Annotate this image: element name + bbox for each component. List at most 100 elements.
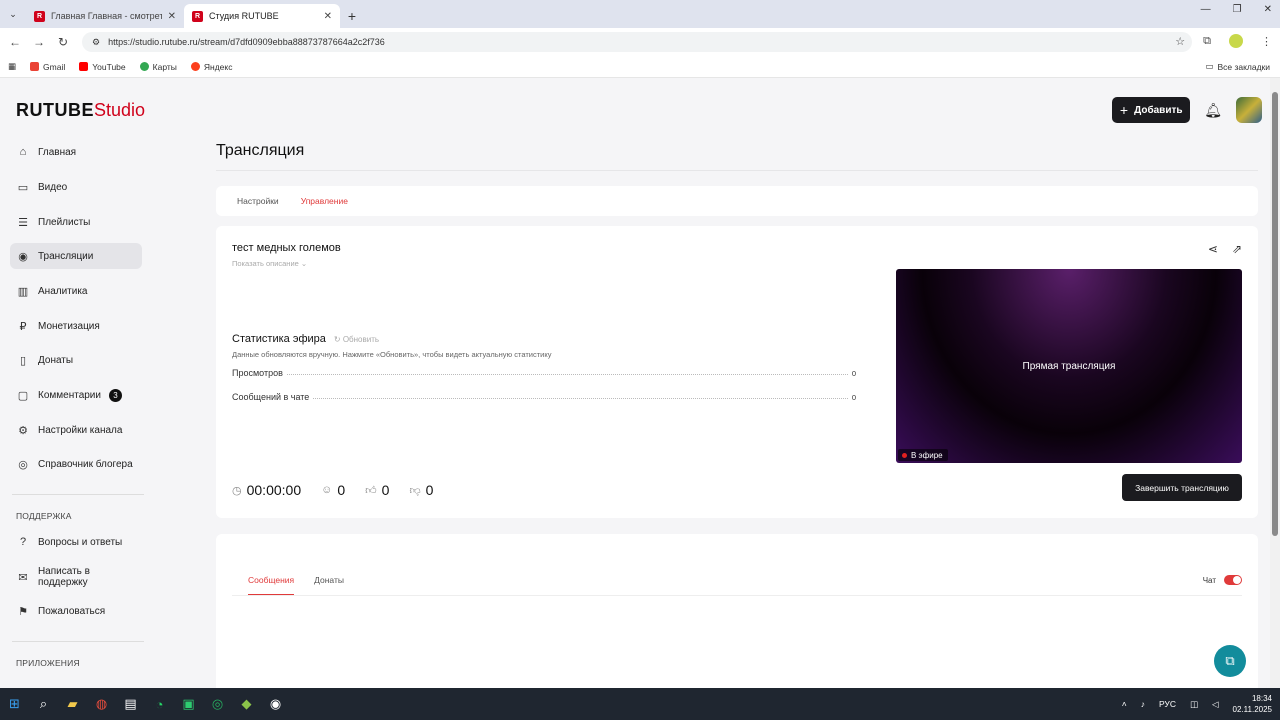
chat-divider <box>232 595 1242 596</box>
studio-app: RUTUBEStudio ⌂ Главная ▭ Видео ☰ Плейлисты … <box>0 78 1270 688</box>
help-chat-button[interactable]: ⧉ <box>1214 645 1246 677</box>
add-button[interactable]: + Добавить <box>1112 97 1191 123</box>
question-icon: ? <box>19 536 27 548</box>
live-counters: ◷ 00:00:00 ☺ 0 👍︎ 0 👎︎ 0 <box>232 482 453 498</box>
sidebar-item-comments[interactable]: ▢ Комментарии 3 <box>10 382 142 408</box>
tab-donates[interactable]: Донаты <box>314 575 344 595</box>
show-description-link[interactable]: Показать описание ⌄ <box>232 259 307 268</box>
language-indicator[interactable]: РУС <box>1159 699 1176 709</box>
tray-chevron-icon[interactable]: ˄ <box>1122 699 1127 709</box>
youtube-icon <box>79 62 89 71</box>
all-bookmarks[interactable]: ▭ Все закладки <box>1205 61 1270 72</box>
sidebar-item-donates[interactable]: ▯ Донаты <box>10 347 142 373</box>
browser-tab-main[interactable]: R Главная Главная - смотреть о ✕ <box>26 4 184 28</box>
timer-counter: ◷ 00:00:00 <box>232 482 302 498</box>
notepad-icon[interactable]: ▤ <box>116 688 145 720</box>
help-book-icon: ◎ <box>18 458 28 471</box>
close-tab-icon[interactable]: ✕ <box>324 11 332 22</box>
preview-label: Прямая трансляция <box>1022 361 1116 372</box>
close-window-icon[interactable]: ✕ <box>1264 4 1272 15</box>
reload-icon[interactable]: ↻ <box>51 35 75 49</box>
clock[interactable]: 18:34 02.11.2025 <box>1233 693 1272 715</box>
chrome-icon[interactable]: ◍ <box>87 688 116 720</box>
forward-icon[interactable]: → <box>27 35 51 49</box>
page-scrollbar[interactable] <box>1270 78 1280 688</box>
thumbs-up-icon: 👍︎ <box>365 484 377 497</box>
profile-icon[interactable] <box>1229 34 1243 48</box>
app-icon[interactable]: ◎ <box>203 688 232 720</box>
sidebar-item-video[interactable]: ▭ Видео <box>10 174 142 200</box>
browser-tab-studio[interactable]: R Студия RUTUBE ✕ <box>184 4 340 28</box>
bookmark-star-icon[interactable]: ☆ <box>1175 35 1185 48</box>
apps-grid-icon[interactable]: ▦ <box>8 61 16 72</box>
bookmark-maps[interactable]: Карты <box>139 62 177 72</box>
maximize-icon[interactable]: ❐ <box>1233 4 1242 15</box>
sidebar-item-home[interactable]: ⌂ Главная <box>10 139 142 165</box>
rutube-favicon: R <box>192 10 203 22</box>
excel-icon[interactable]: ▣ <box>174 688 203 720</box>
url-field[interactable]: ⚙ https://studio.rutube.ru/stream/d7dfd0… <box>82 32 1192 52</box>
site-info-icon[interactable]: ⚙ <box>92 37 100 48</box>
comments-count-badge: 3 <box>108 388 122 402</box>
maps-icon <box>139 62 149 71</box>
browser-menu-icon[interactable]: ⋮ <box>1261 35 1272 48</box>
open-external-icon[interactable]: ⇗ <box>1232 242 1242 256</box>
system-tray: ˄ ♪ РУС ◫ ◁ 18:34 02.11.2025 <box>1122 688 1272 720</box>
sidebar-divider <box>12 494 144 495</box>
obs-icon[interactable]: ◉ <box>261 688 290 720</box>
network-icon[interactable]: ◫ <box>1190 699 1198 710</box>
microphone-icon[interactable]: ♪ <box>1141 699 1145 709</box>
sidebar-item-blogger-guide[interactable]: ◎ Справочник блогера <box>10 451 142 477</box>
start-icon[interactable]: ⊞ <box>0 688 29 720</box>
stream-control-card: тест медных големов Показать описание ⌄ … <box>216 226 1258 518</box>
back-icon[interactable]: ← <box>3 35 27 49</box>
bookmark-gmail[interactable]: Gmail <box>30 62 65 72</box>
browser-actions: ☆ ⧉ ⋮ <box>1175 34 1272 48</box>
playlist-icon: ☰ <box>18 216 28 229</box>
tab-messages[interactable]: Сообщения <box>248 575 295 595</box>
tab-search-icon[interactable]: ⌄ <box>0 0 26 28</box>
flag-icon: ⚑ <box>18 605 28 618</box>
tab-settings[interactable]: Настройки <box>237 196 279 206</box>
bookmark-youtube[interactable]: YouTube <box>79 62 126 72</box>
volume-icon[interactable]: ◁ <box>1212 699 1219 710</box>
scrollbar-thumb[interactable] <box>1272 92 1278 536</box>
window-controls: — ❐ ✕ <box>1201 4 1272 15</box>
extensions-icon[interactable]: ⧉ <box>1203 35 1211 48</box>
stream-title: тест медных големов <box>232 242 341 254</box>
stat-row-chat-messages: Сообщений в чате 0 <box>232 392 856 402</box>
sidebar-item-analytics[interactable]: ▥ Аналитика <box>10 278 142 304</box>
minimize-icon[interactable]: — <box>1201 4 1211 15</box>
dislikes-counter: 👎︎ 0 <box>409 482 434 498</box>
stream-preview[interactable]: Прямая трансляция В эфире <box>896 269 1242 463</box>
minecraft-icon[interactable]: ◆ <box>232 688 261 720</box>
viewer-icon: ☺ <box>321 484 333 496</box>
chat-switch[interactable] <box>1224 575 1242 585</box>
bookmarks-bar: ▦ Gmail YouTube Карты Яндекс ▭ Все заклад… <box>0 56 1280 78</box>
whatsapp-icon[interactable]: ◔ <box>145 688 174 720</box>
likes-counter: 👍︎ 0 <box>365 482 390 498</box>
sidebar-item-channel-settings[interactable]: ⚙ Настройки канала <box>10 417 142 443</box>
refresh-button[interactable]: ↻ Обновить <box>334 335 379 344</box>
sidebar-item-report[interactable]: ⚑ Пожаловаться <box>10 598 142 624</box>
sidebar-item-broadcasts[interactable]: ◉ Трансляции <box>10 243 142 269</box>
chat-toggle: Чат <box>1203 575 1242 585</box>
new-tab-icon[interactable]: + <box>340 4 364 28</box>
title-divider <box>216 170 1258 171</box>
end-stream-button[interactable]: Завершить трансляцию <box>1122 474 1242 501</box>
stats-note: Данные обновляются вручную. Нажмите «Обн… <box>232 350 552 359</box>
close-tab-icon[interactable]: ✕ <box>168 11 176 22</box>
sidebar-item-write-support[interactable]: ✉ Написать в поддержку <box>10 564 142 590</box>
avatar[interactable] <box>1236 97 1262 123</box>
share-icon[interactable]: ⋖ <box>1208 242 1218 256</box>
tab-manage[interactable]: Управление <box>301 196 348 206</box>
sidebar-item-playlists[interactable]: ☰ Плейлисты <box>10 209 142 235</box>
folder-icon: ▭ <box>1205 61 1214 71</box>
bookmark-yandex[interactable]: Яндекс <box>190 62 232 72</box>
sidebar-item-monetization[interactable]: ₽ Монетизация <box>10 313 142 339</box>
bell-icon[interactable]: 🔔︎ <box>1204 102 1222 119</box>
os-taskbar: ⊞ ⌕ ▰ ◍ ▤ ◔ ▣ ◎ ◆ ◉ ˄ ♪ РУС ◫ ◁ 18:34 02… <box>0 688 1280 720</box>
file-explorer-icon[interactable]: ▰ <box>58 688 87 720</box>
search-icon[interactable]: ⌕ <box>29 688 58 720</box>
sidebar-item-faq[interactable]: ? Вопросы и ответы <box>10 529 142 555</box>
